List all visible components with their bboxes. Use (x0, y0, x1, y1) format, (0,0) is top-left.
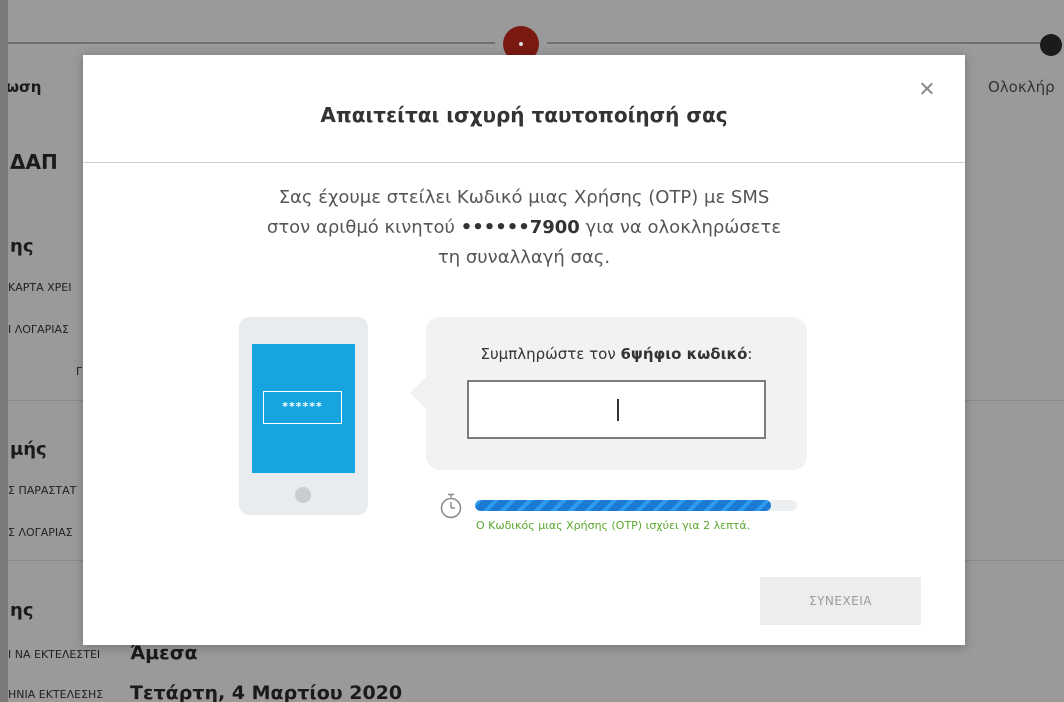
row-label-4: Σ ΠΑΡΑΣΤΑΤ (8, 484, 77, 497)
row-label-6: Ι ΝΑ ΕΚΤΕΛΕΣΤΕΙ (8, 648, 101, 661)
otp-timer-text: Ο Κωδικός μιας Χρήσης (OTP) ισχύει για 2… (476, 519, 751, 532)
otp-modal: Απαιτείται ισχυρή ταυτοποίησή σας Σας έχ… (83, 55, 965, 645)
message-line-2-prefix: στον αριθμό κινητού (266, 217, 461, 238)
otp-label-prefix: Συμπληρώστε τον (480, 345, 621, 363)
step-left-label: ωση (8, 78, 42, 96)
masked-phone-number: ••••••7900 (460, 217, 580, 238)
otp-label-bold: 6ψήφιο κωδικό (620, 345, 748, 363)
page-heading-partial: ΔΑΠ (10, 150, 58, 174)
message-line-3: τη συναλλαγή σας. (437, 247, 611, 268)
otp-label-suffix: : (747, 345, 753, 363)
modal-header: Απαιτείται ισχυρή ταυτοποίησή σας (83, 55, 965, 163)
section-heading-3: ης (10, 600, 34, 621)
continue-button[interactable]: ΣΥΝΕΧΕΙΑ (760, 577, 921, 625)
message-line-2: στον αριθμό κινητού ••••••7900 για να ολ… (83, 213, 965, 243)
phone-screen: ****** (252, 344, 355, 473)
section-heading-2: μής (10, 439, 47, 460)
text-caret (617, 399, 619, 421)
otp-timer-progress (475, 500, 797, 511)
row-label-5: Σ ΛΟΓΑΡΙΑΣ (8, 526, 73, 539)
row-label-3: Γ (76, 365, 83, 378)
otp-timer-progress-fill (475, 500, 772, 511)
otp-message: Σας έχουμε στείλει Κωδικό μιας Χρήσης (O… (83, 183, 965, 273)
stepper-final-dot (1040, 34, 1062, 56)
section-heading-1: ης (10, 236, 34, 257)
row-value-6: Άμεσα (130, 642, 198, 664)
row-label-7: ΗΝΙΑ ΕΚΤΕΛΕΣΗΣ (8, 688, 104, 701)
stepper-line-left (8, 42, 495, 44)
stepper-line-right (547, 42, 1040, 44)
step-right-label: Ολοκλήρ (988, 78, 1055, 96)
modal-title: Απαιτείται ισχυρή ταυτοποίησή σας (320, 103, 728, 127)
row-label-2: Ι ΛΟΓΑΡΙΑΣ (8, 323, 69, 336)
close-icon[interactable] (917, 79, 937, 99)
message-line-1: Σας έχουμε στείλει Κωδικό μιας Χρήσης (O… (278, 187, 770, 208)
row-label-1: ΚΑΡΤΑ ΧΡΕΙ (8, 281, 72, 294)
otp-entry-bubble: Συμπληρώστε τον 6ψήφιο κωδικό: (410, 317, 807, 470)
otp-input-label: Συμπληρώστε τον 6ψήφιο κωδικό: (426, 345, 807, 363)
message-line-2-suffix: για να ολοκληρώσετε (579, 217, 782, 238)
phone-illustration: ****** (239, 317, 368, 515)
phone-home-button (295, 487, 311, 503)
row-value-7: Τετάρτη, 4 Μαρτίου 2020 (130, 682, 403, 702)
phone-pin-display: ****** (263, 391, 342, 424)
stopwatch-icon (440, 493, 462, 519)
